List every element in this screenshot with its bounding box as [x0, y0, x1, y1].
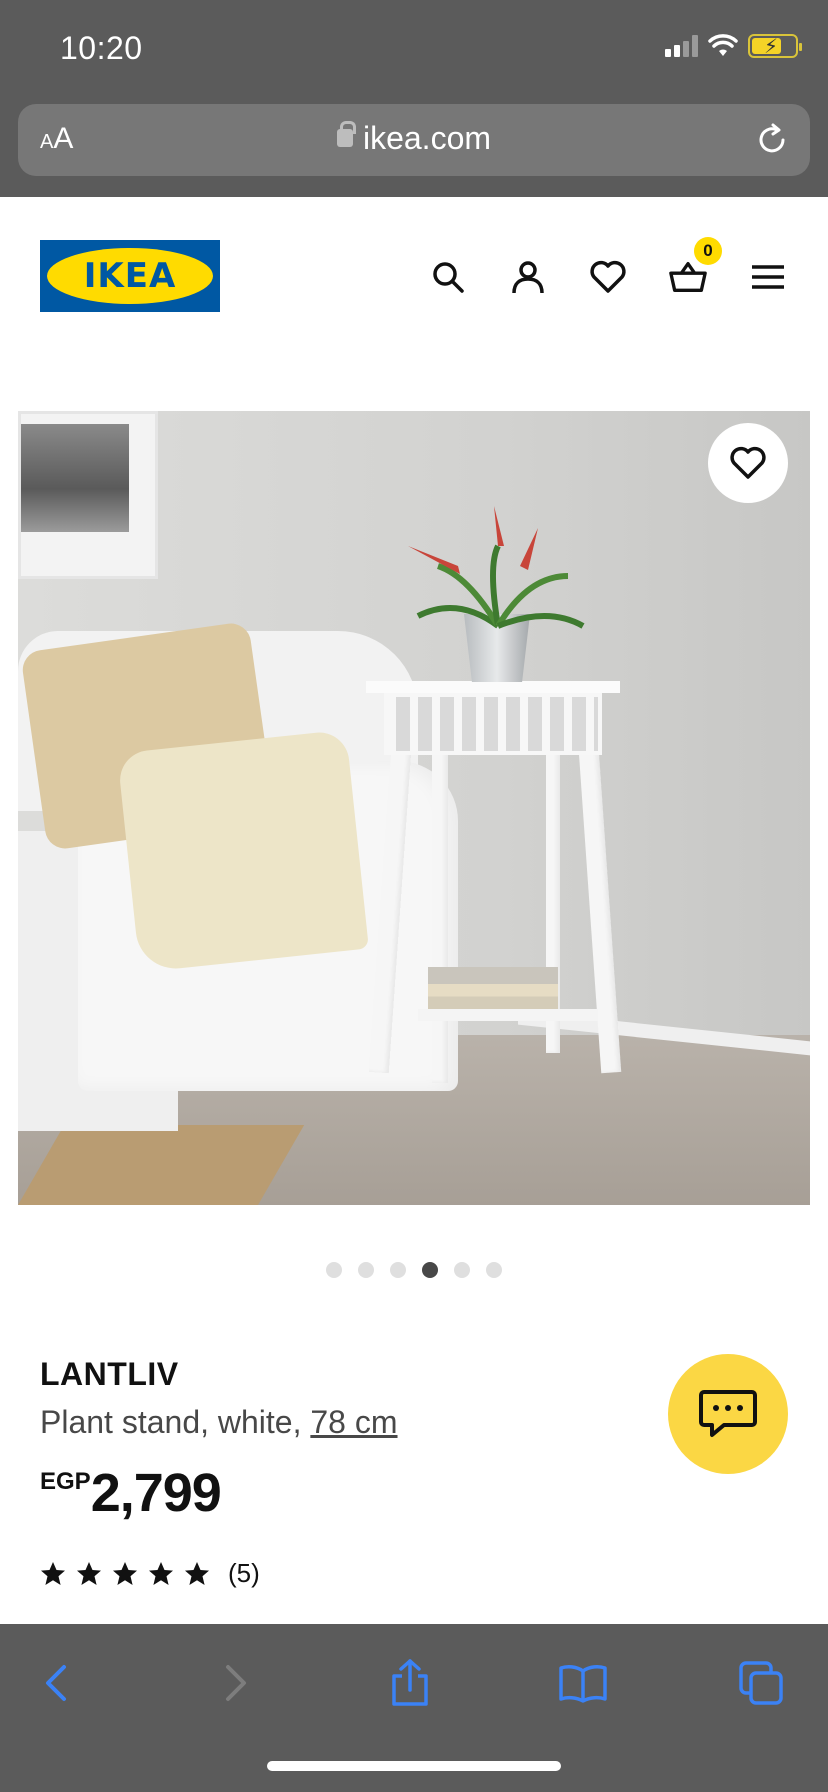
book-icon [559, 1665, 607, 1703]
chevron-left-icon [46, 1665, 66, 1701]
search-icon [433, 262, 464, 293]
stand-shelf [418, 1009, 598, 1021]
rating-count: (5) [228, 1558, 260, 1588]
favorites-button[interactable] [588, 257, 628, 297]
price-currency: EGP [40, 1468, 91, 1495]
carousel-dot[interactable] [358, 1262, 374, 1278]
share-button[interactable] [385, 1658, 435, 1708]
star-icon [41, 1561, 65, 1585]
site-header: IKEA 0 [0, 197, 828, 357]
product-name: LANTLIV [40, 1356, 179, 1392]
tabs-icon [739, 1661, 783, 1705]
chat-icon [699, 1390, 757, 1437]
cart-button[interactable]: 0 [668, 237, 722, 297]
reload-icon[interactable] [752, 120, 792, 160]
ikea-logo[interactable]: IKEA [40, 240, 220, 312]
product-description: Plant stand, white, 78 cm [40, 1404, 398, 1440]
url-display[interactable]: ikea.com [18, 120, 810, 157]
status-icons: ⚡ [665, 34, 802, 58]
status-time: 10:20 [60, 30, 143, 66]
stand-top [366, 681, 620, 693]
cart-count-badge: 0 [694, 237, 722, 265]
size-link[interactable]: 78 cm [310, 1404, 397, 1440]
price-amount: 2,799 [90, 1463, 222, 1523]
hamburger-menu-icon [752, 265, 784, 289]
heart-icon [590, 260, 626, 293]
product-price: EGP2,799 [40, 1462, 222, 1524]
battery-charging-icon: ⚡ [748, 34, 802, 58]
address-bar[interactable]: AA ikea.com [18, 104, 810, 176]
basket-icon [669, 261, 707, 292]
back-button[interactable] [32, 1658, 82, 1708]
star-icon [149, 1561, 173, 1585]
star-icon [77, 1561, 101, 1585]
carousel-dot[interactable] [390, 1262, 406, 1278]
account-button[interactable] [508, 257, 548, 297]
url-text: ikea.com [362, 120, 492, 156]
wifi-icon [708, 34, 738, 56]
forward-button[interactable] [210, 1658, 260, 1708]
search-button[interactable] [428, 257, 468, 297]
bookmarks-button[interactable] [558, 1658, 608, 1708]
books [428, 967, 558, 1009]
throw-blanket [117, 729, 369, 973]
menu-button[interactable] [748, 257, 788, 297]
heart-icon [730, 446, 766, 479]
carousel-dots [0, 1262, 828, 1278]
share-icon [392, 1659, 428, 1706]
rating-stars [40, 1561, 210, 1587]
chat-button[interactable] [668, 1354, 788, 1474]
chevron-right-icon [226, 1665, 246, 1701]
picture-frame [18, 411, 158, 579]
carousel-dot[interactable] [454, 1262, 470, 1278]
lock-icon [336, 121, 356, 147]
star-icon [113, 1561, 137, 1585]
product-image[interactable] [18, 411, 810, 1205]
carousel-dot[interactable] [486, 1262, 502, 1278]
carousel-dot[interactable] [326, 1262, 342, 1278]
cellular-signal-icon [665, 35, 698, 57]
star-icon [185, 1561, 209, 1585]
header-actions: 0 [428, 237, 788, 297]
save-to-favorites-button[interactable] [708, 423, 788, 503]
user-icon [512, 261, 544, 294]
browser-top-bar: 10:20 ⚡ AA ikea.com [0, 0, 828, 197]
tabs-button[interactable] [736, 1658, 786, 1708]
carousel-dot[interactable] [422, 1262, 438, 1278]
product-rating[interactable]: (5) [40, 1558, 260, 1589]
plant [408, 506, 585, 629]
home-indicator[interactable] [267, 1761, 561, 1771]
